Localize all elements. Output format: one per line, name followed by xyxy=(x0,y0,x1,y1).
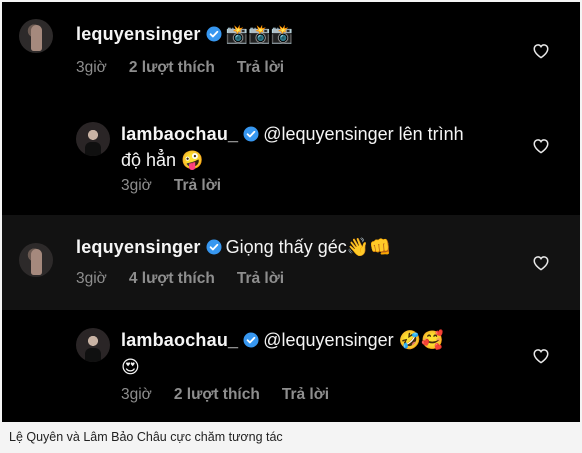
comment-emoji: 🤪 xyxy=(181,150,204,171)
comment-time: 3giờ xyxy=(121,386,152,403)
heart-icon[interactable] xyxy=(532,254,550,271)
username[interactable]: lequyensinger xyxy=(76,237,201,257)
comment-meta: 3giờ 2 lượt thích Trả lời xyxy=(121,386,351,404)
verified-badge-icon xyxy=(206,26,222,42)
likes-count[interactable]: 2 lượt thích xyxy=(129,59,215,76)
comment-text: độ hẳn xyxy=(121,150,177,170)
comment-text: Giọng thấy géc xyxy=(225,237,347,257)
verified-badge-icon xyxy=(243,332,259,348)
comment-text: @lequyensinger lên trình xyxy=(263,124,464,144)
comment-emoji: 🤣🥰 xyxy=(398,330,444,351)
username[interactable]: lequyensinger xyxy=(76,24,201,44)
verified-badge-icon xyxy=(243,126,259,142)
comment-body: lambaochau_ @lequyensinger lên trình độ h… xyxy=(121,121,464,174)
reply-button[interactable]: Trả lời xyxy=(237,270,284,287)
comment-time: 3giờ xyxy=(76,59,107,76)
instagram-comments-screenshot: lequyensinger 📸📸📸 3giờ 2 lượt thích Trả lời… xyxy=(2,2,580,422)
comment-time: 3giờ xyxy=(76,270,107,287)
comment-meta: 3giờ 4 lượt thích Trả lời xyxy=(76,270,306,288)
comment-meta: 3giờ 2 lượt thích Trả lời xyxy=(76,59,306,77)
username[interactable]: lambaochau_ xyxy=(121,330,238,350)
comment-row: lambaochau_ @lequyensinger 🤣🥰 😍 3giờ 2 lượ… xyxy=(2,310,580,422)
heart-icon[interactable] xyxy=(532,42,550,59)
reply-button[interactable]: Trả lời xyxy=(282,386,329,403)
heart-icon[interactable] xyxy=(532,137,550,154)
avatar[interactable] xyxy=(19,243,53,277)
comment-emoji: 👋👊 xyxy=(346,237,392,258)
verified-badge-icon xyxy=(206,239,222,255)
image-caption: Lệ Quyên và Lâm Bảo Châu cực chăm tương … xyxy=(9,430,283,444)
comment-row: lequyensinger 📸📸📸 3giờ 2 lượt thích Trả lời xyxy=(2,2,580,107)
likes-count[interactable]: 4 lượt thích xyxy=(129,270,215,287)
avatar[interactable] xyxy=(19,19,53,53)
comment-row: lequyensinger Giọng thấy géc👋👊 3giờ 4 lượt… xyxy=(2,215,580,310)
reply-button[interactable]: Trả lời xyxy=(237,59,284,76)
comment-time: 3giờ xyxy=(121,177,152,194)
comment-emoji: 📸📸📸 xyxy=(225,24,293,45)
likes-count[interactable]: 2 lượt thích xyxy=(174,386,260,403)
comment-emoji: 😍 xyxy=(121,357,140,378)
comment-row: lambaochau_ @lequyensinger lên trình độ h… xyxy=(2,107,580,215)
comment-meta: 3giờ Trả lời xyxy=(121,177,243,195)
username[interactable]: lambaochau_ xyxy=(121,124,238,144)
comment-body: lequyensinger 📸📸📸 xyxy=(76,21,293,48)
comment-text: @lequyensinger xyxy=(263,330,394,350)
avatar[interactable] xyxy=(76,122,110,156)
heart-icon[interactable] xyxy=(532,347,550,364)
avatar[interactable] xyxy=(76,328,110,362)
comment-body: lequyensinger Giọng thấy géc👋👊 xyxy=(76,234,392,261)
comment-body: lambaochau_ @lequyensinger 🤣🥰 😍 xyxy=(121,327,443,381)
reply-button[interactable]: Trả lời xyxy=(174,177,221,194)
